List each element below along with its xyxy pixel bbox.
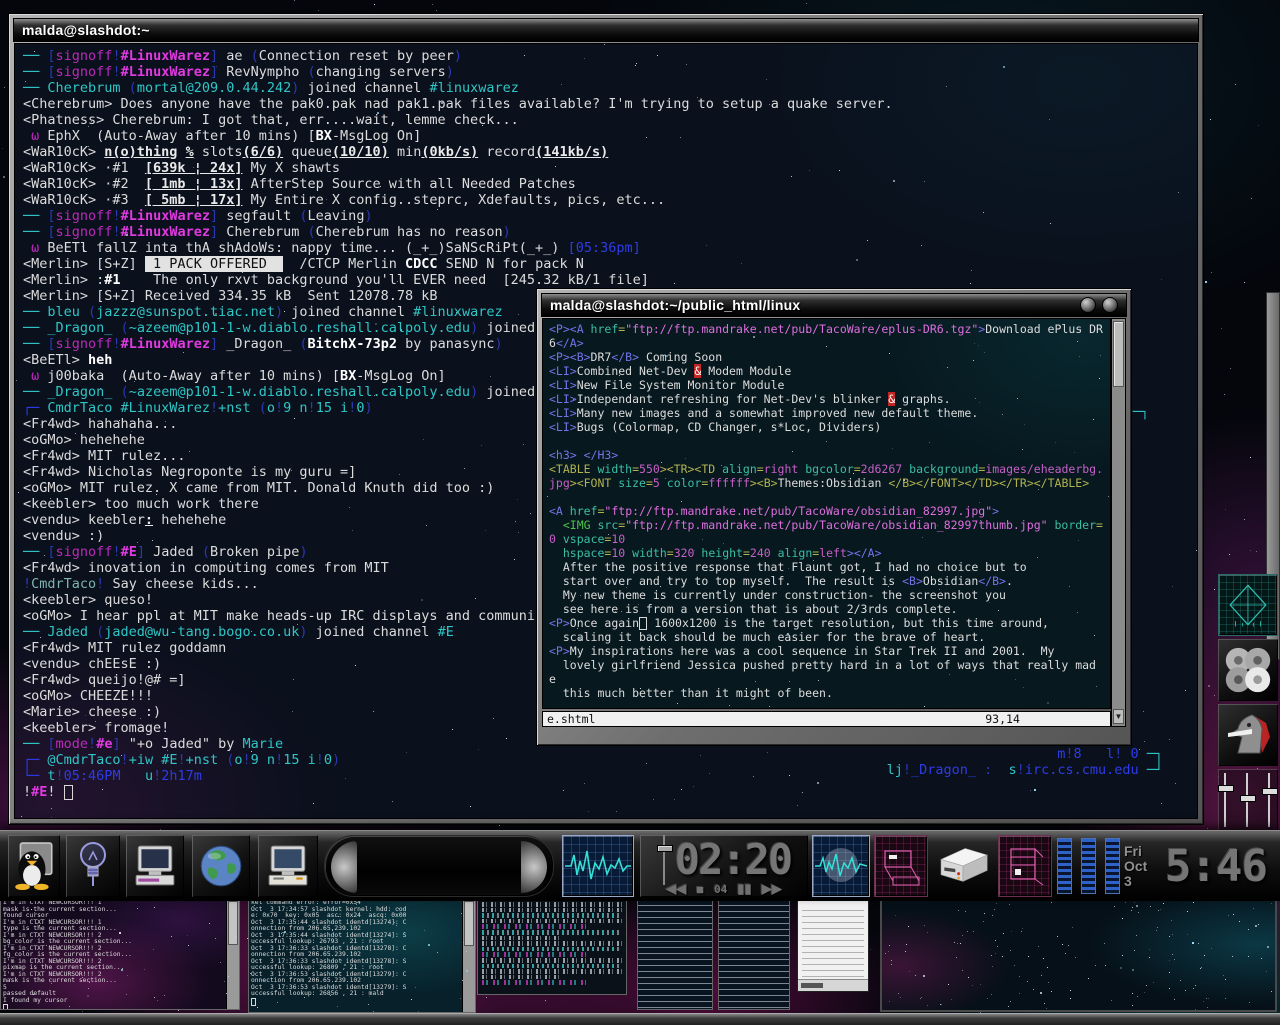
minimized-irc-window[interactable] [477,898,627,995]
scrollbar-down-arrow[interactable]: ▼ [1113,709,1124,724]
date-module: Fri Oct 3 [1124,835,1164,897]
web-launcher-button[interactable] [192,835,250,897]
scrollbar-thumb[interactable] [228,901,238,945]
mixer-slider[interactable] [1240,773,1256,827]
date-day: 3 [1124,874,1132,889]
pager-left-cap [331,841,357,893]
irc-window-titlebar[interactable]: malda@slashdot:~ [13,18,1199,42]
irc-window-title: malda@slashdot:~ [22,22,150,38]
editor-content[interactable]: <P><A href="ftp://ftp.mandrake.net/pub/T… [542,318,1111,709]
window-frame-bottom-edge[interactable] [0,1013,1280,1025]
computer-monitor-icon [132,844,178,888]
scrollbar-thumb[interactable] [1113,321,1124,387]
terminal-launcher-button[interactable] [126,835,184,897]
wireframe-diamond-icon [1223,580,1273,630]
irc-server-status: lj!_Dragon_ : s!irc.cs.cmu.edu ─┘ [887,762,1163,778]
irc-lag-meter: m!8 l! 0 ─┐ [1057,746,1163,762]
date-weekday: Fri [1124,844,1142,859]
clock-time: 5:46 [1165,841,1267,892]
meter-bar-icon [1105,838,1120,894]
cd-changer-module[interactable] [1218,639,1278,701]
background-terminal-content [882,900,1275,1010]
game-launcher-module[interactable] [1218,704,1278,766]
debug-terminal-scrollbar[interactable] [226,899,239,1009]
earth-globe-icon [199,844,243,888]
cd-stack-icon [1221,644,1275,696]
cd-player-module[interactable]: 02:20 ◀◀ ■ 04 ▮▮ ▶▶ [640,835,808,897]
cd-track-number: 04 [714,883,727,896]
mixer-slider[interactable] [1218,773,1234,827]
meter-bar-icon [1081,838,1096,894]
cd-stop-button[interactable]: ■ [696,882,704,897]
date-month: Oct [1124,859,1147,874]
mixer-slider[interactable] [1262,773,1278,827]
cd-next-button[interactable]: ▶▶ [762,881,782,897]
editor-window-titlebar[interactable]: malda@slashdot:~/public_html/linux [541,293,1127,317]
tux-penguin-icon [13,842,55,890]
cd-time-display: 02:20 [675,840,791,880]
computer-monitor-icon [265,844,311,888]
knight-helmet-icon [1222,709,1274,761]
cd-volume-slider[interactable] [657,835,671,885]
close-button[interactable] [1102,297,1118,313]
cd-pause-button[interactable]: ▮▮ [737,881,751,897]
tux-launcher-button[interactable] [8,835,60,897]
sound-monitor-module[interactable] [812,835,870,897]
debug-terminal-window[interactable]: I'm in CTXT NEWCURSOR!!! 1mask is the cu… [0,898,240,1010]
disk-drive-icon [934,844,992,888]
load-meter-module[interactable] [1056,835,1120,897]
audio-scope-module[interactable] [562,835,634,897]
editor-window[interactable]: malda@slashdot:~/public_html/linux <P><A… [536,288,1132,746]
syslog-terminal-window[interactable]: ket command error: error=0x54Oct 3 17:34… [248,898,476,1013]
clock-module: 5:46 [1164,835,1268,897]
syslog-terminal-scrollbar[interactable] [462,899,475,1012]
meter-bar-icon [1057,838,1072,894]
waveform-icon [565,841,631,891]
modem-device-module[interactable] [998,835,1052,897]
document-text-lines [802,905,864,977]
wharf-taskbar: 02:20 ◀◀ ■ 04 ▮▮ ▶▶ [0,830,1280,901]
editor-file-name: e.shtml [547,712,595,726]
wireframe-device-icon [1001,841,1049,891]
editor-scrollbar[interactable]: ▼ [1111,318,1126,727]
small-terminal-window[interactable] [718,898,790,1010]
pager-right-cap [521,841,547,893]
editor-buffer: <P><A href="ftp://ftp.mandrake.net/pub/T… [543,319,1110,703]
ideas-launcher-button[interactable] [66,835,120,897]
scrollbar-thumb[interactable] [464,901,474,946]
small-terminal-window[interactable] [637,898,713,1010]
small-document-window[interactable] [797,896,869,992]
editor-cursor-position: 93,14 [985,712,1020,726]
light-bulb-icon [75,840,111,892]
monitor-graph-module[interactable] [1218,574,1278,636]
pager-module[interactable] [324,835,554,897]
editor-window-title: malda@slashdot:~/public_html/linux [550,297,800,313]
scope-moon-icon [815,841,867,891]
syslog-terminal-output: ket command error: error=0x54Oct 3 17:34… [251,900,461,1011]
document-scrollbar[interactable] [801,983,823,988]
irc-status-corner-mark: ─┐ [1133,404,1149,420]
editor-status-bar: e.shtml 93,14 [542,711,1111,727]
mixer-module[interactable] [1218,769,1278,831]
workstation-launcher-button[interactable] [258,835,318,897]
debug-terminal-output: I'm in CTXT NEWCURSOR!!! 1mask is the cu… [3,900,225,1008]
disk-mount-module[interactable] [932,835,994,897]
background-terminal-window[interactable] [880,898,1277,1012]
wireframe-device-icon [877,841,925,891]
iconify-button[interactable] [1080,297,1096,313]
net-device-module[interactable] [874,835,928,897]
